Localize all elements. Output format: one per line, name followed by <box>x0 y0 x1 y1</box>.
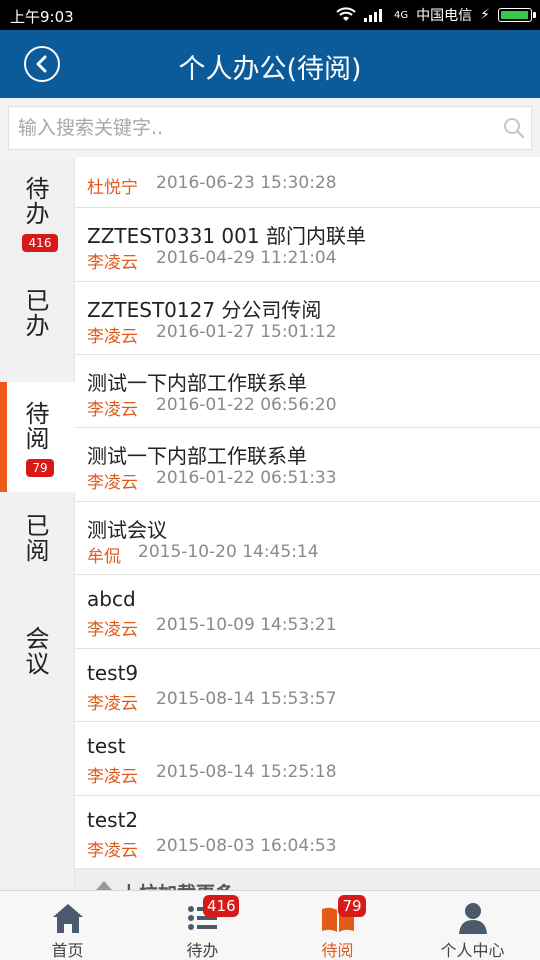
search-icon[interactable] <box>503 117 525 139</box>
item-timestamp: 2016-06-23 15:30:28 <box>156 173 337 193</box>
search-input[interactable] <box>18 107 498 149</box>
item-timestamp: 2015-08-03 16:04:53 <box>156 836 337 856</box>
status-indicators: 4G 中国电信 ⚡ <box>336 5 536 25</box>
sidebar-tab-char: 办 <box>25 200 50 228</box>
load-more[interactable]: 上拉加载更多 <box>75 869 540 890</box>
tab-label: 待办 <box>186 941 219 960</box>
item-sender: 李凌云 <box>87 473 138 493</box>
sidebar-tab[interactable]: 已办 <box>0 269 75 379</box>
list-item[interactable]: 杜悦宁 2016-06-23 15:30:28 <box>75 157 540 208</box>
wifi-icon <box>336 7 356 21</box>
tab-label: 待阅 <box>321 941 354 960</box>
arrow-up-icon <box>95 881 113 890</box>
battery-icon <box>498 8 536 22</box>
category-sidebar: 待办 416 已办待阅 79 已阅会议 <box>0 157 75 890</box>
sidebar-tab[interactable]: 已阅 <box>0 494 75 604</box>
status-time: 上午9:03 <box>10 8 74 26</box>
sidebar-tab-char: 阅 <box>25 537 50 565</box>
network-type: 4G <box>394 9 409 21</box>
search-bar <box>0 98 540 156</box>
home-icon <box>52 904 83 933</box>
sidebar-count-badge: 79 <box>26 459 54 477</box>
tab-todo[interactable]: 416 待办 <box>135 891 270 960</box>
person-icon <box>458 903 487 934</box>
sidebar-count-badge: 416 <box>22 234 58 252</box>
item-title: abcd <box>87 587 136 611</box>
item-sender: 李凌云 <box>87 841 138 861</box>
sidebar-tab-char: 会 <box>25 625 50 653</box>
item-timestamp: 2015-08-14 15:25:18 <box>156 762 337 782</box>
list-item[interactable]: 测试会议牟侃 2015-10-20 14:45:14 <box>75 502 540 575</box>
item-sender: 李凌云 <box>87 327 138 347</box>
sidebar-tab[interactable]: 会议 <box>0 607 75 717</box>
sidebar-tab-char: 办 <box>25 312 50 340</box>
item-timestamp: 2015-08-14 15:53:57 <box>156 689 337 709</box>
todo-count-badge: 416 <box>203 895 239 917</box>
title-bar: 个人办公(待阅) <box>0 30 540 98</box>
signal-icon <box>364 9 383 22</box>
item-timestamp: 2016-01-22 06:56:20 <box>156 395 337 415</box>
list-item[interactable]: test 李凌云 2015-08-14 15:25:18 <box>75 722 540 796</box>
item-timestamp: 2016-04-29 11:21:04 <box>156 248 337 268</box>
load-more-label: 上拉加载更多 <box>120 879 234 890</box>
sidebar-tab-label: 待办 <box>0 177 75 227</box>
sidebar-tab-char: 议 <box>25 650 50 678</box>
item-sender: 李凌云 <box>87 400 138 420</box>
list-item[interactable]: ZZTEST0331 001 部门内联单李凌云 2016-04-29 11:21:… <box>75 208 540 282</box>
item-sender: 李凌云 <box>87 694 138 714</box>
item-sender: 李凌云 <box>87 253 138 273</box>
item-title: 测试一下内部工作联系单 <box>87 371 307 395</box>
list-item[interactable]: test2 李凌云 2015-08-03 16:04:53 <box>75 796 540 869</box>
list-item[interactable]: test9 李凌云 2015-08-14 15:53:57 <box>75 649 540 722</box>
sidebar-tab-char: 已 <box>25 287 50 315</box>
item-title: test2 <box>87 808 139 832</box>
item-title: 测试会议 <box>87 518 167 542</box>
sidebar-tab-label: 已办 <box>0 289 75 339</box>
sidebar-tab[interactable]: 待办 416 <box>0 157 75 267</box>
item-title: 测试一下内部工作联系单 <box>87 444 307 468</box>
page-title: 个人办公(待阅) <box>178 54 362 85</box>
item-timestamp: 2015-10-20 14:45:14 <box>138 542 319 562</box>
item-title: ZZTEST0127 分公司传阅 <box>87 298 322 322</box>
charging-icon: ⚡ <box>480 7 490 23</box>
sidebar-tab-char: 阅 <box>25 425 50 453</box>
sidebar-tab[interactable]: 待阅 79 <box>0 382 75 492</box>
sidebar-tab-label: 已阅 <box>0 514 75 564</box>
tab-home[interactable]: 首页 <box>0 891 135 960</box>
item-sender: 李凌云 <box>87 767 138 787</box>
status-bar: 上午9:03 4G 中国电信 ⚡ <box>0 0 540 30</box>
list-item[interactable]: abcd 李凌云 2015-10-09 14:53:21 <box>75 575 540 649</box>
item-sender: 杜悦宁 <box>87 178 138 198</box>
list-item[interactable]: 测试一下内部工作联系单李凌云 2016-01-22 06:56:20 <box>75 355 540 428</box>
carrier-name: 中国电信 <box>416 8 473 24</box>
sidebar-tab-char: 已 <box>25 512 50 540</box>
to-read-count-badge: 79 <box>338 895 366 917</box>
tab-to-read[interactable]: 79 待阅 <box>270 891 405 960</box>
list-item[interactable]: ZZTEST0127 分公司传阅李凌云 2016-01-27 15:01:12 <box>75 282 540 355</box>
sidebar-tab-label: 待阅 <box>0 402 75 452</box>
item-sender: 牟侃 <box>87 547 121 567</box>
search-box <box>8 106 532 150</box>
tab-profile[interactable]: 个人中心 <box>405 891 540 960</box>
item-title: test9 <box>87 661 139 685</box>
sidebar-tab-label: 会议 <box>0 627 75 677</box>
item-timestamp: 2016-01-22 06:51:33 <box>156 468 337 488</box>
bottom-tabbar: 首页 416 待办 79 待阅 个人中心 <box>0 890 540 960</box>
item-title: test <box>87 734 126 758</box>
item-timestamp: 2016-01-27 15:01:12 <box>156 322 337 342</box>
document-list: 上拉加载更多 杜悦宁 2016-06-23 15:30:28 ZZTEST0331 … <box>75 157 540 890</box>
tab-label: 首页 <box>51 941 84 960</box>
item-title: ZZTEST0331 001 部门内联单 <box>87 224 366 248</box>
item-timestamp: 2015-10-09 14:53:21 <box>156 615 337 635</box>
list-item[interactable]: 测试一下内部工作联系单李凌云 2016-01-22 06:51:33 <box>75 428 540 502</box>
item-sender: 李凌云 <box>87 620 138 640</box>
sidebar-tab-char: 待 <box>25 175 50 203</box>
sidebar-tab-char: 待 <box>25 400 50 428</box>
tab-label: 个人中心 <box>440 941 505 960</box>
